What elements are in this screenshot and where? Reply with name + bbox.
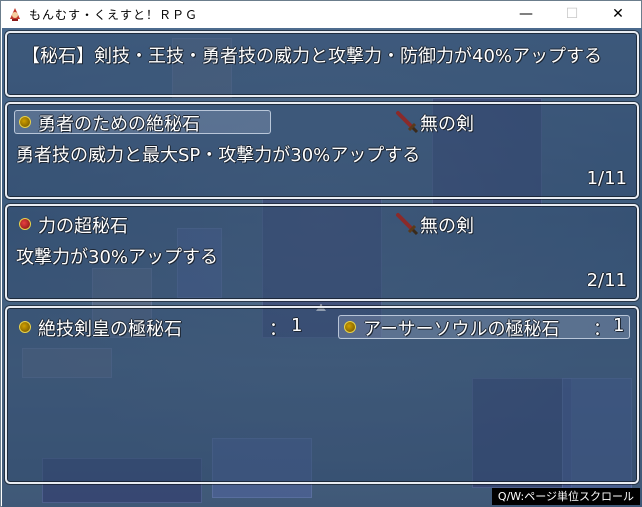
equip-slot-1[interactable]: 勇者のための絶秘石 無の剣 勇者技の威力と最大SP・攻撃力が30%アップする 1… [5,102,639,199]
slot-2-name: 力の超秘石 [38,216,128,237]
inventory-item-separator: ： [269,319,287,340]
equip-slot-2[interactable]: 力の超秘石 無の剣 攻撃力が30%アップする 2/11 [5,204,639,301]
slot-2-index: 2/11 [586,270,627,291]
window-title: もんむす・くえすと！ＲＰＧ [29,7,199,22]
maximize-button[interactable]: ☐ [549,1,595,27]
inventory-item-name: アーサーソウルの極秘石 [363,319,560,340]
minimize-button[interactable]: — [503,1,549,27]
slot-1-weapon: 無の剣 [420,114,474,135]
sword-icon [396,111,419,134]
app-icon [7,6,23,22]
game-screen: 【秘石】剣技・王技・勇者技の威力と攻撃力・防御力が40%アップする 勇者のための… [2,28,642,507]
yellow-gem-icon [19,116,31,128]
inventory-panel: 絶技剣皇の極秘石 ： 1 アーサーソウルの極秘石 ： 1 [5,306,639,484]
inventory-item-count: 1 [291,315,303,336]
slot-1-name: 勇者のための絶秘石 [38,114,200,135]
inventory-item-count: 1 [613,315,625,336]
slot-2-description: 攻撃力が30%アップする [16,247,219,268]
close-button[interactable]: ✕ [595,1,641,27]
title-bar[interactable]: もんむす・くえすと！ＲＰＧ — ☐ ✕ [1,1,641,27]
yellow-gem-icon [344,321,356,333]
slot-1-description: 勇者技の威力と最大SP・攻撃力が30%アップする [16,145,421,166]
inventory-item-separator: ： [593,319,611,340]
help-text: 【秘石】剣技・王技・勇者技の威力と攻撃力・防御力が40%アップする [22,46,603,67]
scroll-hint: Q/W:ページ単位スクロール [491,488,640,505]
sword-icon [396,213,419,236]
yellow-gem-icon [19,321,31,333]
red-gem-icon [19,218,31,230]
game-window: もんむす・くえすと！ＲＰＧ — ☐ ✕ 【秘石】剣技・王技・勇者技の威力と攻撃力… [0,0,642,507]
slot-1-index: 1/11 [586,168,627,189]
inventory-item-name: 絶技剣皇の極秘石 [38,319,182,340]
slot-2-weapon: 無の剣 [420,216,474,237]
help-panel: 【秘石】剣技・王技・勇者技の威力と攻撃力・防御力が40%アップする [5,31,639,97]
